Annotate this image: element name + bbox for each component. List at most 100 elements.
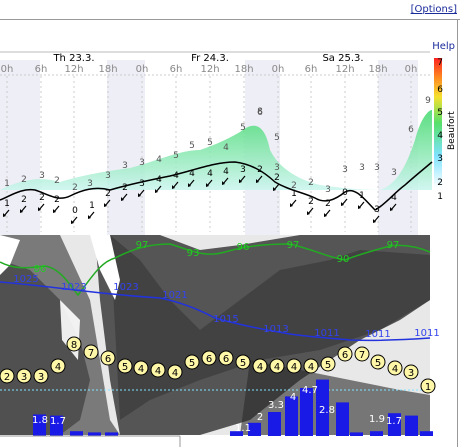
precipitation-bar [405,415,418,436]
wind-label-upper: 3 [391,168,397,178]
day-label: Sa 25.3. [322,53,363,64]
wind-label-lower: 4 [173,171,179,181]
beaufort-tick: 3 [437,154,443,164]
wind-label-upper: 4 [156,155,162,165]
wind-label-lower: 1 [359,191,365,201]
precipitation-label: 1.9 [369,414,385,425]
hour-label: 12h [64,64,83,75]
day-label: Fr 24.3. [191,53,229,64]
temperature-value: 4 [155,366,161,377]
wind-label-upper: 5 [240,123,246,133]
meteogram-chart: Th 23.3. Fr 24.3. Sa 25.3. 0h 6h 12h 18h 0h 6… [0,41,457,447]
temperature-marker: 7 [83,344,99,360]
hour-label: 18h [98,64,117,75]
temperature-marker: 5 [370,354,386,370]
temperature-value: 5 [375,358,381,369]
precipitation-label: 1.8 [32,415,48,426]
temperature-marker: 3 [16,368,32,384]
pressure-label: 1011 [414,328,439,339]
temperature-marker: 6 [218,350,234,366]
temperature-marker: 4 [269,358,285,374]
wind-label-upper: 2 [54,176,60,186]
wind-label-upper: 3 [325,185,331,195]
beaufort-tick: 5 [437,108,443,118]
hour-label: 6h [35,64,48,75]
temperature-value: 4 [55,362,61,373]
temperature-value: 6 [206,354,212,365]
temperature-marker: 2 [0,368,15,384]
temperature-value: 4 [138,364,144,375]
pressure-label: 1023 [61,282,86,293]
precipitation-bar [370,431,383,436]
temperature-value: 6 [105,354,111,365]
wind-label-lower: 2 [39,193,45,203]
help-link[interactable]: Help [432,41,455,52]
wind-label-upper: 5 [207,138,213,148]
wind-label-upper: 3 [105,171,111,181]
wind-label-lower: 4 [207,169,213,179]
wind-label-lower: 3 [240,165,246,175]
temperature-marker: 7 [354,346,370,362]
temperature-value: 6 [223,354,229,365]
wind-label-lower: 2 [21,195,27,205]
temperature-value: 7 [359,350,365,361]
wind-label-upper: 3 [342,165,348,175]
hour-label: 6h [170,64,183,75]
wind-label-upper: 3 [374,163,380,173]
temperature-marker: 4 [150,362,166,378]
beaufort-color-scale [434,58,442,188]
wind-label-upper: 3 [274,163,280,173]
wind-label-upper: 5 [173,151,179,161]
wind-label-upper: 5 [189,141,195,151]
hour-label: 0h [405,64,418,75]
day-label: Th 23.3. [52,53,94,64]
temperature-value: 3 [38,372,44,383]
wind-gust-area [0,110,432,190]
wind-label-lower: 4 [189,169,195,179]
pressure-label: 1011 [365,329,390,340]
wind-label-lower: 4 [391,193,397,203]
precipitation-label: 1.7 [386,416,402,427]
precipitation-bar [70,431,83,436]
temperature-value: 4 [291,362,297,373]
wind-label-upper: 3 [359,163,365,173]
temperature-marker: 6 [337,346,353,362]
pressure-label: 1021 [162,290,187,301]
wind-label-upper: 2 [308,178,314,188]
temperature-value: 3 [408,368,414,379]
wind-label-lower: 2 [308,197,314,207]
temperature-marker: 4 [387,360,403,376]
temperature-value: 2 [4,372,10,383]
temperature-marker: 3 [33,368,49,384]
pressure-label: 1011 [314,328,339,339]
temperature-value: 4 [172,368,178,379]
temperature-marker: 4 [286,358,302,374]
wind-label-lower: 2 [105,189,111,199]
precipitation-label: 1.7 [50,416,66,427]
wind-label-lower: 4 [156,175,162,185]
divider [457,19,458,447]
hour-label: 12h [335,64,354,75]
precipitation-bar [88,432,101,436]
wind-label-lower: 2 [325,199,331,209]
hour-label: 0h [272,64,285,75]
precipitation-label: 3.3 [268,400,284,411]
temperature-marker: 5 [320,356,336,372]
beaufort-label: Beaufort [447,111,457,150]
beaufort-tick: 7 [437,58,443,68]
wind-label-lower: 4 [223,167,229,177]
wind-label-lower: 1 [4,199,10,209]
humidity-label: 97 [136,240,149,251]
hour-label: 18h [234,64,253,75]
wind-label-upper: 9 [425,96,431,106]
hour-label: 18h [368,64,387,75]
temperature-marker: 6 [201,350,217,366]
temperature-value: 4 [274,362,280,373]
precipitation-bar [268,412,281,436]
pressure-label: 1013 [263,324,288,335]
wind-label-lower: 1 [89,201,95,211]
precipitation-bar [420,431,433,436]
hour-label: 6h [305,64,318,75]
hour-label: 12h [200,64,219,75]
wind-label-upper: 8 [257,107,263,117]
